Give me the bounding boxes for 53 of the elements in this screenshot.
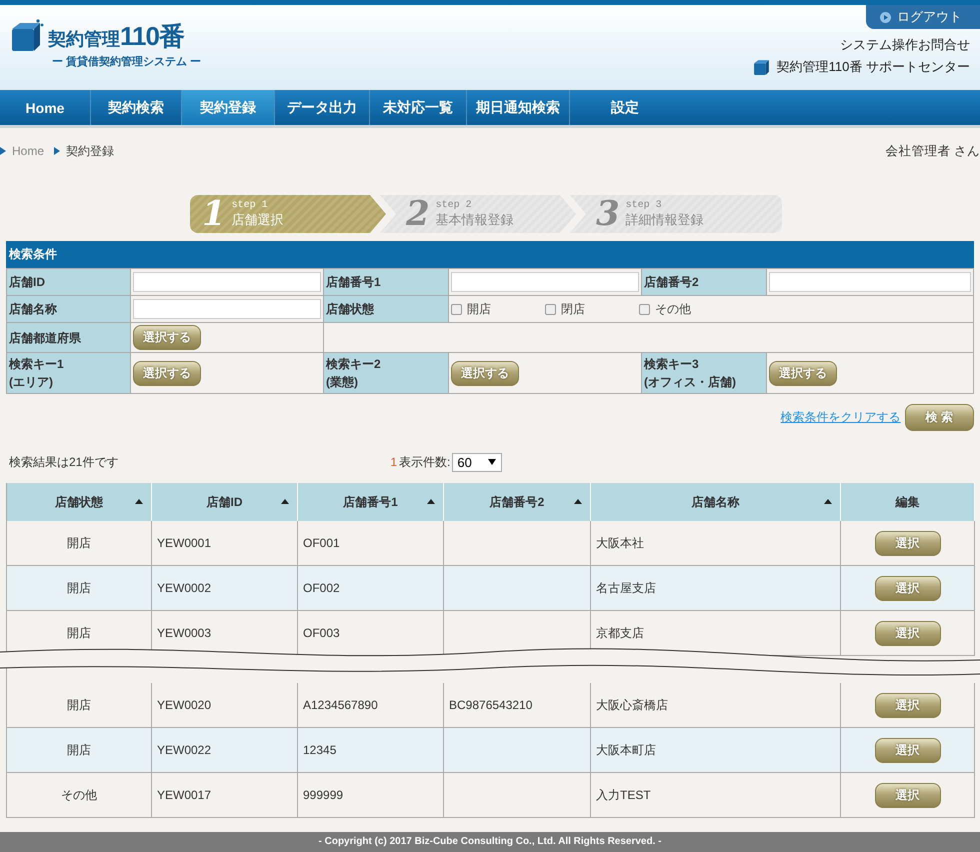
field-label: 店舗都道府県 bbox=[7, 323, 131, 353]
field-label: 検索キー1 (エリア) bbox=[7, 353, 131, 394]
field-label: 検索キー3 (オフィス・店舗) bbox=[642, 353, 767, 394]
section-title: 検索条件 bbox=[6, 241, 974, 268]
table-cell: その他 bbox=[7, 773, 152, 818]
caret-icon bbox=[0, 147, 6, 155]
cube-icon bbox=[752, 58, 771, 76]
sort-icon bbox=[574, 499, 582, 504]
page-number[interactable]: 1 bbox=[390, 455, 398, 469]
sort-icon bbox=[281, 499, 289, 504]
play-icon bbox=[880, 12, 891, 22]
cube-icon bbox=[10, 19, 44, 53]
sort-icon bbox=[135, 499, 143, 504]
sort-icon bbox=[824, 499, 832, 504]
sort-icon bbox=[427, 499, 435, 504]
per-page-label: 表示件数: bbox=[399, 454, 450, 470]
nav-tab[interactable]: 期日通知検索 bbox=[467, 90, 570, 125]
text-input[interactable] bbox=[133, 272, 321, 292]
status-checkbox[interactable]: その他 bbox=[639, 300, 733, 318]
logo-title: 契約管理 bbox=[48, 28, 120, 51]
field-label: 検索キー2 (業態) bbox=[324, 353, 449, 394]
nav-tab[interactable]: 契約登録 bbox=[182, 90, 275, 125]
inquiry-link[interactable]: システム操作お問合せ bbox=[840, 36, 970, 54]
text-input[interactable] bbox=[769, 272, 971, 292]
logo-number: 110番 bbox=[120, 20, 184, 53]
breadcrumb-link[interactable]: Home bbox=[12, 144, 44, 158]
field-label: 店舗状態 bbox=[324, 296, 449, 323]
status-checkbox[interactable]: 開店 bbox=[451, 300, 545, 318]
status-checkbox[interactable]: 閉店 bbox=[545, 300, 639, 318]
nav-tab[interactable]: データ出力 bbox=[275, 90, 370, 125]
field-label: 店舗ID bbox=[7, 269, 131, 296]
text-input[interactable] bbox=[133, 299, 321, 319]
current-page-text: 契約登録 bbox=[66, 142, 114, 160]
nav-tab[interactable]: 設定 bbox=[570, 90, 670, 125]
logout-button[interactable]: ログアウト bbox=[866, 5, 980, 29]
result-count: 検索結果は21件です bbox=[9, 454, 118, 470]
support-link[interactable]: 契約管理110番 サポートセンター bbox=[776, 58, 970, 76]
field-label: 店舗番号2 bbox=[642, 269, 767, 296]
nav-tab[interactable]: Home bbox=[0, 90, 91, 125]
logo-subtitle: ー 賃貸借契約管理システム ー bbox=[52, 54, 202, 69]
field-label: 店舗番号1 bbox=[324, 269, 449, 296]
per-page-select[interactable]: 60 bbox=[452, 452, 502, 472]
table-cell: 999999 bbox=[298, 773, 444, 818]
copyright-footer: - Copyright (c) 2017 Biz-Cube Consulting Co., Ltd. All Rights Reserved. - bbox=[0, 832, 980, 852]
field-label: 店舗名称 bbox=[7, 296, 131, 323]
caret-icon bbox=[54, 147, 60, 155]
text-input[interactable] bbox=[451, 272, 639, 292]
user-name: 会社管理者 さん bbox=[886, 142, 980, 160]
dropdown-icon bbox=[488, 459, 496, 465]
nav-tab[interactable]: 未対応一覧 bbox=[370, 90, 467, 125]
table-cell: 入力TEST bbox=[591, 773, 841, 818]
table-cell: YEW0017 bbox=[152, 773, 298, 818]
clear-link[interactable]: 検索条件をクリアする bbox=[780, 409, 901, 426]
